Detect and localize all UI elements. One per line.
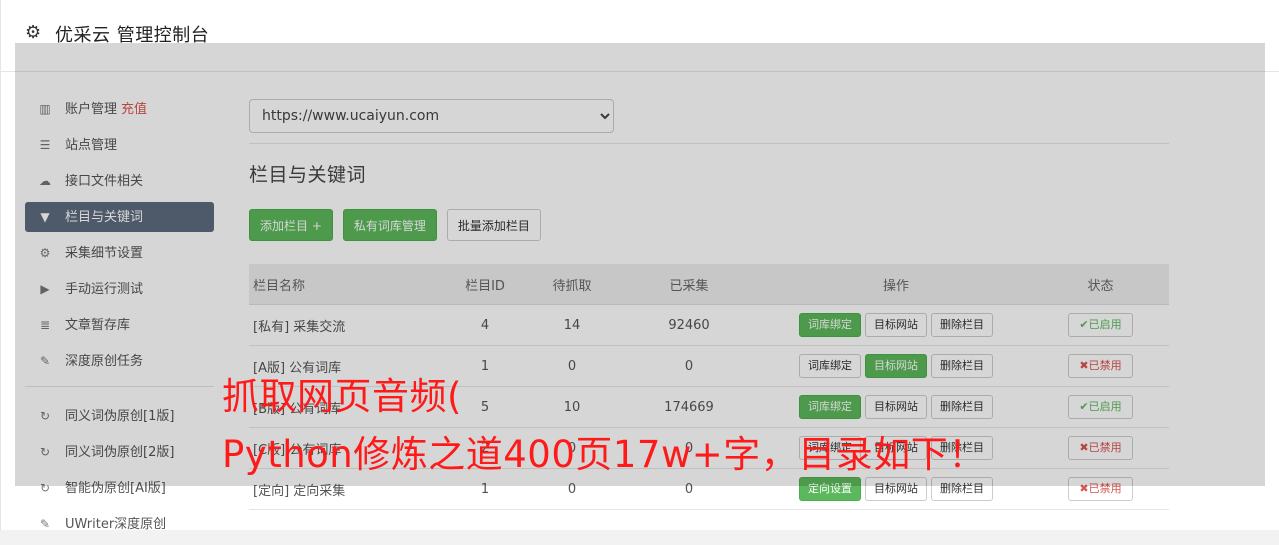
column-id: 4 <box>444 304 526 346</box>
sidebar-item-label: 同义词伪原创[2版] <box>65 445 175 460</box>
status-cell: ✖已禁用 <box>1032 468 1169 510</box>
col-header-actions: 操作 <box>760 264 1032 305</box>
pending-count[interactable]: 10 <box>526 386 618 428</box>
refresh-icon: ↻ <box>39 409 51 423</box>
main-content: https://www.ucaiyun.com 栏目与关键词 添加栏目 + 私有词… <box>249 99 1169 510</box>
page-title: 优采云 管理控制台 <box>55 25 210 46</box>
col-header-name: 栏目名称 <box>249 264 444 305</box>
refresh-icon: ↻ <box>39 445 51 459</box>
sidebar-item-label: 深度原创任务 <box>65 354 144 369</box>
bind-lib-button[interactable]: 词库绑定 <box>799 313 861 337</box>
sidebar-item-label: 文章暂存库 <box>65 318 131 333</box>
collected-count: 174669 <box>618 386 760 428</box>
batch-add-button[interactable]: 批量添加栏目 <box>446 209 541 241</box>
status-toggle[interactable]: ✖已禁用 <box>1068 436 1133 460</box>
sidebar-item-label: 站点管理 <box>65 138 118 153</box>
table-row: [私有] 采集交流 4 14 92460 词库绑定 目标网站 删除栏目 ✔已启用 <box>249 304 1169 346</box>
sidebar: ▥ 账户管理 充值 ☰ 站点管理 ☁ 接口文件相关 ▼ 栏目与关键词 ⚙ 采集细节设置 ▶ 手… <box>25 94 214 545</box>
status-cell: ✖已禁用 <box>1032 345 1169 387</box>
delete-column-button[interactable]: 删除栏目 <box>931 354 993 378</box>
sidebar-item-uwriter[interactable]: ✎ UWriter深度原创 <box>25 509 214 539</box>
private-lib-button[interactable]: 私有词库管理 <box>342 209 437 241</box>
bar-chart-icon: ▥ <box>39 102 51 116</box>
edit-icon: ✎ <box>39 354 51 368</box>
gears-icon: ⚙ <box>39 246 51 260</box>
delete-column-button[interactable]: 删除栏目 <box>931 395 993 419</box>
sidebar-item-label: 账户管理 <box>65 102 118 117</box>
target-site-button[interactable]: 目标网站 <box>865 313 927 337</box>
actions-cell: 词库绑定 目标网站 删除栏目 <box>760 345 1032 387</box>
add-column-button[interactable]: 添加栏目 + <box>249 209 333 241</box>
toolbar: 添加栏目 + 私有词库管理 批量添加栏目 <box>249 209 551 241</box>
col-header-pending: 待抓取 <box>526 264 618 305</box>
sidebar-item-account[interactable]: ▥ 账户管理 充值 <box>25 94 214 124</box>
target-site-button[interactable]: 目标网站 <box>865 395 927 419</box>
col-header-status: 状态 <box>1032 264 1169 305</box>
sidebar-item-interface-files[interactable]: ☁ 接口文件相关 <box>25 166 214 196</box>
sidebar-item-collect-settings[interactable]: ⚙ 采集细节设置 <box>25 238 214 268</box>
status-toggle[interactable]: ✔已启用 <box>1068 395 1133 419</box>
status-toggle[interactable]: ✔已启用 <box>1068 313 1133 337</box>
section-title: 栏目与关键词 <box>249 164 367 186</box>
site-select[interactable]: https://www.ucaiyun.com <box>249 99 614 133</box>
sidebar-item-synonym-v2[interactable]: ↻ 同义词伪原创[2版] <box>25 437 214 467</box>
table-header-row: 栏目名称 栏目ID 待抓取 已采集 操作 状态 <box>249 264 1169 305</box>
cloud-download-icon: ☁ <box>39 174 51 188</box>
recharge-link[interactable]: 充值 <box>121 102 147 117</box>
pending-count[interactable]: 0 <box>526 345 618 387</box>
refresh-icon: ↻ <box>39 481 51 495</box>
status-cell: ✔已启用 <box>1032 386 1169 428</box>
sidebar-item-label: 栏目与关键词 <box>65 210 144 225</box>
caption-line-1: 抓取网页音频( <box>222 375 462 418</box>
bind-lib-button[interactable]: 词库绑定 <box>799 354 861 378</box>
divider <box>249 143 1169 144</box>
col-header-id: 栏目ID <box>444 264 526 305</box>
sidebar-item-ai-rewrite[interactable]: ↻ 智能伪原创[AI版] <box>25 473 214 503</box>
play-icon: ▶ <box>40 282 50 296</box>
sidebar-item-label: 手动运行测试 <box>65 282 144 297</box>
sidebar-item-label: 同义词伪原创[1版] <box>65 409 175 424</box>
collected-count: 92460 <box>618 304 760 346</box>
target-site-button[interactable]: 目标网站 <box>865 354 927 378</box>
edit-icon: ✎ <box>39 517 51 531</box>
sidebar-item-sites[interactable]: ☰ 站点管理 <box>25 130 214 160</box>
server-icon: ☰ <box>39 138 51 152</box>
database-icon: ≣ <box>39 318 51 332</box>
pending-count[interactable]: 14 <box>526 304 618 346</box>
column-name[interactable]: [私有] 采集交流 <box>249 304 444 346</box>
status-toggle[interactable]: ✖已禁用 <box>1068 477 1133 501</box>
sidebar-item-label: 接口文件相关 <box>65 174 144 189</box>
delete-column-button[interactable]: 删除栏目 <box>931 477 993 501</box>
sidebar-item-label: 采集细节设置 <box>65 246 144 261</box>
header: ⚙ 优采云 管理控制台 <box>1 0 1279 72</box>
sidebar-item-article-store[interactable]: ≣ 文章暂存库 <box>25 310 214 340</box>
sidebar-item-synonym-v1[interactable]: ↻ 同义词伪原创[1版] <box>25 401 214 431</box>
actions-cell: 词库绑定 目标网站 删除栏目 <box>760 304 1032 346</box>
status-cell: ✖已禁用 <box>1032 427 1169 469</box>
col-header-collected: 已采集 <box>618 264 760 305</box>
sidebar-item-deep-original[interactable]: ✎ 深度原创任务 <box>25 346 214 376</box>
status-cell: ✔已启用 <box>1032 304 1169 346</box>
sidebar-item-columns-keywords[interactable]: ▼ 栏目与关键词 <box>25 202 214 232</box>
directed-settings-button[interactable]: 定向设置 <box>799 477 861 501</box>
target-site-button[interactable]: 目标网站 <box>865 477 927 501</box>
delete-column-button[interactable]: 删除栏目 <box>931 313 993 337</box>
caption-line-2: Python修炼之道400页17w+字，目录如下！ <box>222 433 986 476</box>
gear-icon: ⚙ <box>25 22 42 43</box>
actions-cell: 词库绑定 目标网站 删除栏目 <box>760 386 1032 428</box>
sidebar-divider <box>25 386 214 387</box>
sidebar-item-label: 智能伪原创[AI版] <box>65 481 166 496</box>
status-toggle[interactable]: ✖已禁用 <box>1068 354 1133 378</box>
filter-icon: ▼ <box>40 210 50 224</box>
bind-lib-button[interactable]: 词库绑定 <box>799 395 861 419</box>
collected-count: 0 <box>618 345 760 387</box>
sidebar-item-manual-test[interactable]: ▶ 手动运行测试 <box>25 274 214 304</box>
